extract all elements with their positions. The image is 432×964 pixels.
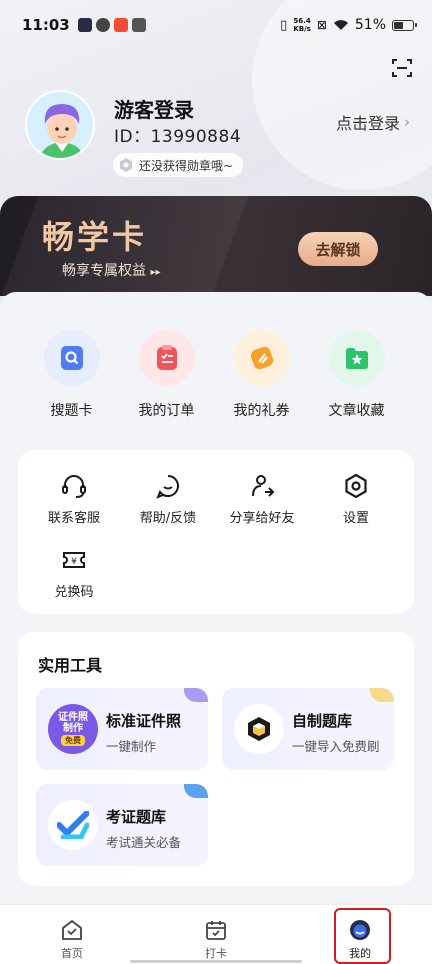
medal-icon bbox=[120, 158, 132, 172]
battery-percent: 51% bbox=[354, 17, 386, 33]
status-time: 11:03 bbox=[22, 16, 70, 34]
order-icon bbox=[138, 330, 195, 386]
coupon-icon bbox=[233, 330, 290, 386]
no-sim-icon: ⊠ bbox=[316, 18, 327, 32]
cube-icon bbox=[234, 704, 284, 754]
wifi-icon bbox=[333, 20, 348, 30]
home-indicator bbox=[130, 960, 302, 963]
service-share[interactable]: 分享给好友 bbox=[214, 472, 310, 526]
service-help-feedback[interactable]: 帮助/反馈 bbox=[120, 472, 216, 526]
app-notification-icon bbox=[77, 18, 92, 32]
user-id: ID：13990884 bbox=[114, 127, 242, 147]
badge-text: 还没获得勋章哦~ bbox=[139, 158, 234, 173]
ticket-icon: ¥ bbox=[63, 552, 85, 568]
search-card-icon bbox=[43, 330, 100, 386]
tools-card: 实用工具 证件照 制作 免费 标准证件照 一键制作 自制题库 一键导入免费刷 考… bbox=[18, 632, 414, 886]
home-icon bbox=[62, 919, 82, 940]
app-notification-icon bbox=[113, 18, 128, 32]
network-speed: 56.4 KB/s bbox=[293, 17, 311, 33]
vip-card[interactable]: 畅学卡 畅享专属权益 ▸▸ 去解锁 bbox=[0, 196, 432, 296]
checkmark-logo-icon bbox=[48, 800, 98, 850]
headset-icon bbox=[62, 475, 86, 498]
bottom-tab-bar: 首页 打卡 我的 bbox=[0, 904, 432, 964]
check-notification-icon bbox=[95, 18, 110, 32]
quick-action-orders[interactable]: 我的订单 bbox=[119, 330, 214, 420]
quick-action-favorites[interactable]: 文章收藏 bbox=[309, 330, 404, 420]
tab-home[interactable]: 首页 bbox=[0, 905, 144, 964]
tool-exam-question-bank[interactable]: 考证题库 考试通关必备 bbox=[36, 784, 208, 866]
vip-title: 畅学卡 bbox=[42, 218, 148, 256]
share-icon bbox=[252, 475, 275, 497]
medal-badge[interactable]: 还没获得勋章哦~ bbox=[113, 153, 244, 177]
service-customer-support[interactable]: 联系客服 bbox=[26, 472, 122, 526]
tool-id-photo[interactable]: 证件照 制作 免费 标准证件照 一键制作 bbox=[36, 688, 208, 770]
svg-text:¥: ¥ bbox=[71, 557, 77, 567]
quick-action-coupons[interactable]: 我的礼券 bbox=[214, 330, 309, 420]
chat-bubble-icon bbox=[156, 475, 179, 499]
tab-checkin[interactable]: 打卡 bbox=[144, 905, 288, 964]
unlock-button[interactable]: 去解锁 bbox=[298, 232, 378, 266]
calendar-check-icon bbox=[206, 921, 226, 940]
service-settings[interactable]: 设置 bbox=[308, 472, 404, 526]
scan-icon[interactable] bbox=[390, 56, 414, 80]
login-button[interactable]: 点击登录 › bbox=[336, 110, 410, 134]
mail-notification-icon bbox=[131, 18, 146, 32]
tab-mine[interactable]: 我的 bbox=[288, 905, 432, 964]
login-label: 点击登录 bbox=[335, 114, 400, 133]
favorite-folder-icon bbox=[328, 330, 385, 386]
service-redeem-code[interactable]: ¥ 兑换码 bbox=[26, 546, 122, 600]
settings-icon bbox=[345, 473, 367, 499]
status-bar: 11:03 ▯ 56.4 KB/s ⊠ 51% bbox=[0, 0, 432, 50]
id-photo-icon: 证件照 制作 免费 bbox=[48, 704, 98, 754]
quick-action-search-card[interactable]: 搜题卡 bbox=[24, 330, 119, 420]
tool-custom-question-bank[interactable]: 自制题库 一键导入免费刷 bbox=[222, 688, 394, 770]
tools-title: 实用工具 bbox=[38, 656, 103, 675]
double-chevron-icon: ▸▸ bbox=[150, 267, 161, 278]
vibrate-icon: ▯ bbox=[280, 17, 288, 33]
battery-icon bbox=[392, 19, 417, 31]
chevron-right-icon: › bbox=[404, 113, 410, 131]
avatar[interactable] bbox=[25, 90, 95, 160]
guest-login-title[interactable]: 游客登录 bbox=[114, 94, 194, 123]
quick-actions: 搜题卡 我的订单 我的礼券 文章收藏 bbox=[0, 330, 432, 420]
vip-subtitle: 畅享专属权益 ▸▸ bbox=[62, 263, 161, 279]
services-card: 联系客服 帮助/反馈 分享给好友 设置 ¥ 兑换码 bbox=[18, 450, 414, 614]
profile-icon bbox=[350, 920, 370, 940]
